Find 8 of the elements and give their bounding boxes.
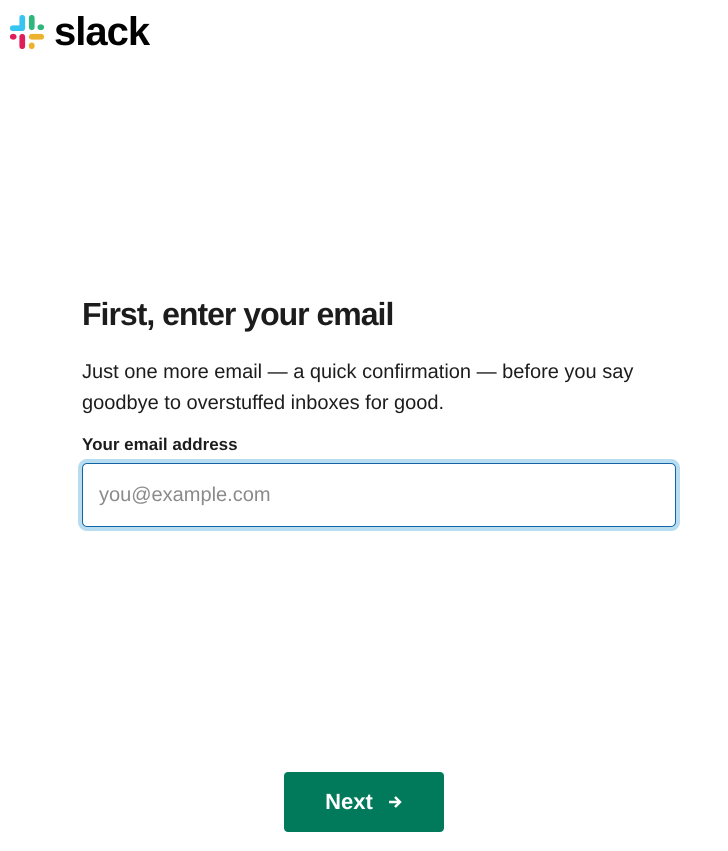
email-field[interactable]: you@example.com: [82, 463, 676, 527]
field-label: Your email address: [82, 435, 239, 455]
page-heading: First, enter your email: [82, 296, 394, 333]
logo-wordmark: slack: [54, 12, 150, 52]
arrow-right-icon: [386, 794, 403, 810]
next-button[interactable]: Next: [284, 772, 444, 832]
logo-icon: [8, 13, 46, 51]
description-text: Just one more email — a quick confirmation — before you say goodbye to overstuffed inboxes for good.: [82, 360, 634, 416]
